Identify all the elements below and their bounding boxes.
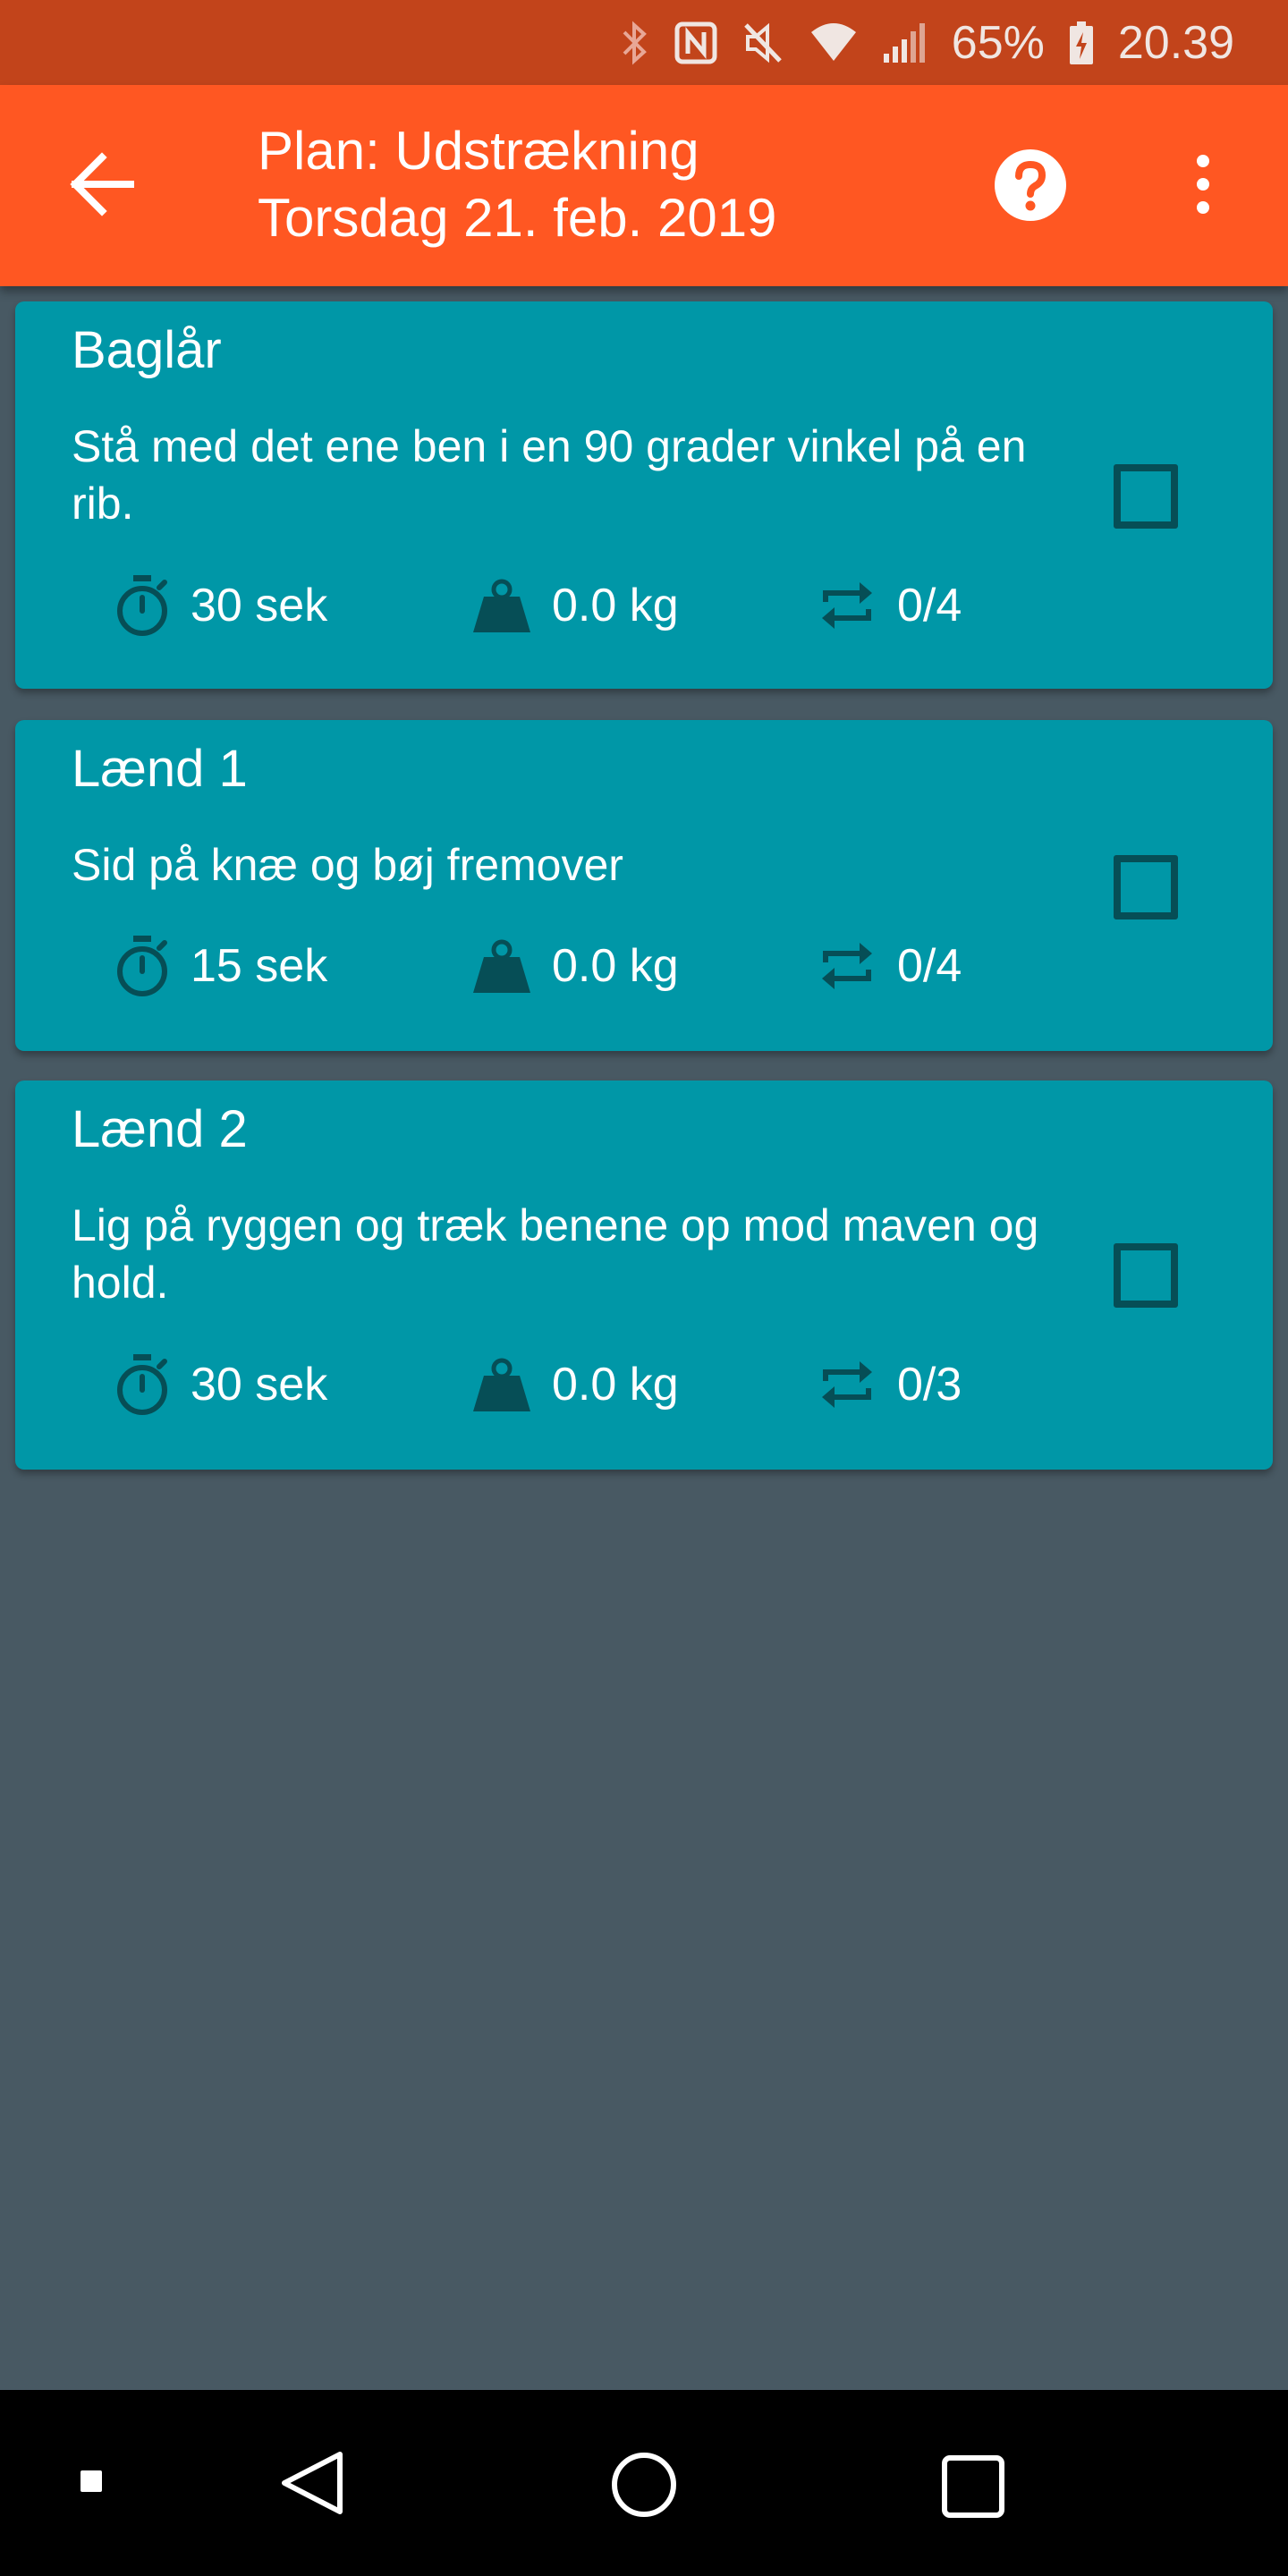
battery-percentage: 65% (951, 16, 1045, 69)
exercise-done-checkbox[interactable] (1114, 1243, 1178, 1308)
weight-value: 0.0 kg (552, 1359, 679, 1411)
exercise-name: Lænd 1 (72, 740, 248, 798)
duration-stat: 30 sek (114, 1349, 327, 1420)
help-circle-icon (995, 149, 1066, 221)
battery-charging-icon (1069, 21, 1093, 64)
nav-menu-button[interactable] (72, 2462, 111, 2501)
bluetooth-icon (623, 20, 647, 65)
repeat-icon (822, 1361, 872, 1408)
repetitions-value: 0/3 (897, 1359, 962, 1411)
clock: 20.39 (1117, 16, 1234, 69)
exercise-card[interactable]: Baglår Stå med det ene ben i en 90 grade… (15, 301, 1273, 689)
arrow-left-icon (70, 152, 134, 216)
exercise-done-checkbox[interactable] (1114, 855, 1178, 919)
duration-value: 15 sek (191, 940, 328, 992)
timer-icon (117, 575, 167, 636)
weight-value: 0.0 kg (552, 580, 679, 631)
status-icons: 65% 20.39 (619, 0, 1234, 85)
duration-value: 30 sek (191, 580, 328, 631)
nav-back-button[interactable] (277, 2451, 349, 2515)
back-button[interactable] (63, 144, 143, 225)
repeat-icon (822, 943, 872, 989)
app-bar-titles: Plan: Udstrækning Torsdag 21. feb. 2019 (258, 117, 776, 251)
weight-stat: 0.0 kg (471, 570, 679, 641)
navigation-bar (0, 2390, 1288, 2576)
exercise-name: Baglår (72, 321, 222, 379)
duration-value: 30 sek (191, 1359, 328, 1411)
nav-recents-button[interactable] (939, 2453, 1007, 2521)
repetitions-stat: 0/3 (817, 1349, 962, 1420)
weight-stat: 0.0 kg (471, 1349, 679, 1420)
exercise-done-checkbox[interactable] (1114, 464, 1178, 529)
more-vertical-icon (1197, 155, 1209, 214)
nav-home-button[interactable] (608, 2449, 680, 2521)
timer-icon (117, 936, 167, 996)
repetitions-value: 0/4 (897, 940, 962, 992)
small-square-icon (80, 2470, 102, 2492)
exercise-description: Stå med det ene ben i en 90 grader vinke… (72, 421, 1027, 529)
exercise-card[interactable]: Lænd 1 Sid på knæ og bøj fremover 15 sek… (15, 720, 1273, 1051)
weight-value: 0.0 kg (552, 940, 679, 992)
exercise-description: Sid på knæ og bøj fremover (72, 840, 623, 890)
weight-icon (473, 939, 530, 993)
exercise-name: Lænd 2 (72, 1100, 248, 1158)
weight-stat: 0.0 kg (471, 930, 679, 1002)
timer-icon (117, 1354, 167, 1415)
repetitions-stat: 0/4 (817, 570, 962, 641)
wifi-icon (810, 22, 856, 61)
mute-icon (743, 22, 782, 63)
square-recents-icon (942, 2455, 1004, 2518)
circle-home-icon (612, 2453, 676, 2517)
more-options-button[interactable] (1181, 144, 1225, 225)
duration-stat: 15 sek (114, 930, 327, 1002)
help-button[interactable] (993, 148, 1068, 223)
exercise-card[interactable]: Lænd 2 Lig på ryggen og træk benene op m… (15, 1080, 1273, 1470)
repeat-icon (822, 582, 872, 629)
triangle-back-icon (282, 2452, 343, 2514)
nfc-icon (674, 21, 717, 64)
page-title: Plan: Udstrækning (258, 121, 699, 181)
repetitions-stat: 0/4 (817, 930, 962, 1002)
status-bar: 65% 20.39 (0, 0, 1288, 85)
exercise-description: Lig på ryggen og træk benene op mod mave… (72, 1200, 1039, 1308)
app-bar: Plan: Udstrækning Torsdag 21. feb. 2019 (0, 85, 1288, 286)
page-subtitle: Torsdag 21. feb. 2019 (258, 188, 777, 248)
signal-icon (883, 22, 925, 63)
repetitions-value: 0/4 (897, 580, 962, 631)
duration-stat: 30 sek (114, 570, 327, 641)
weight-icon (473, 579, 530, 632)
weight-icon (473, 1358, 530, 1411)
